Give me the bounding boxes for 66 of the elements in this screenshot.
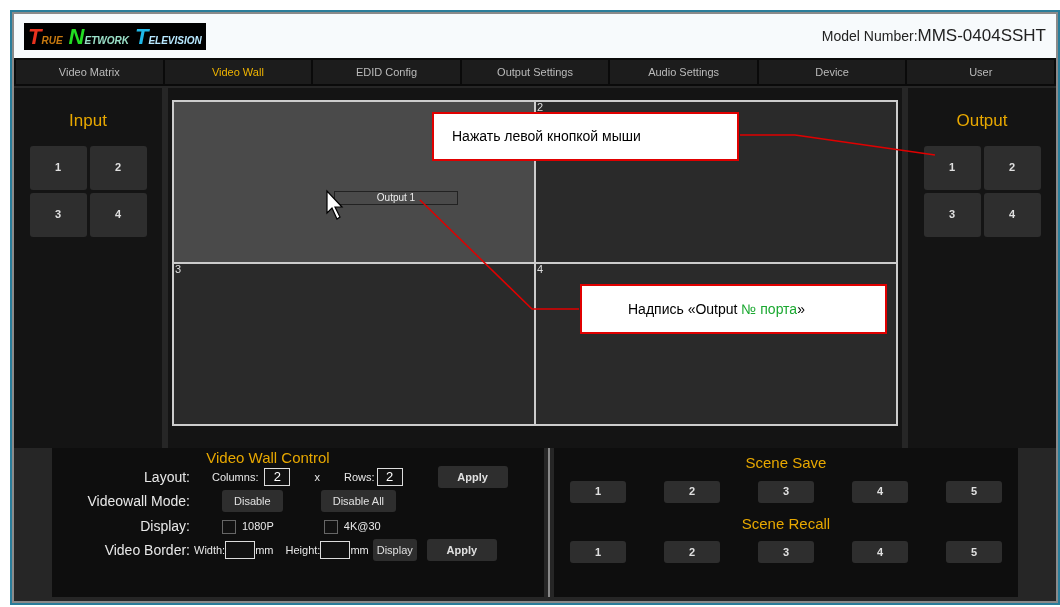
output-button[interactable]: 3 [923, 192, 981, 237]
section-title: Scene Save [745, 453, 827, 473]
checkbox-label: 1080P [242, 519, 274, 535]
unit-label: mm [350, 542, 369, 558]
checkbox-label: 4K@30 [343, 519, 381, 535]
input-button[interactable]: 4 [89, 192, 147, 237]
mode-button[interactable]: Disable All [320, 490, 397, 512]
nav-tab[interactable]: Video Matrix [16, 60, 163, 84]
mode-button[interactable]: Disable [222, 490, 283, 512]
unit-label: mm [255, 542, 274, 558]
cell-number: 2 [537, 102, 544, 113]
input-button[interactable]: 1 [29, 145, 87, 190]
display-button[interactable]: Display [372, 539, 417, 561]
field-label: Layout: [143, 467, 191, 487]
scene-save-button[interactable]: 5 [946, 480, 1002, 503]
section-title: Scene Recall [741, 513, 831, 534]
model-label: Model Number: [821, 27, 918, 47]
nav-tab[interactable]: User [907, 60, 1055, 84]
logo-word: TELEVISION [134, 22, 202, 51]
field-label: Width: [194, 542, 226, 558]
field-label: Height: [285, 542, 321, 558]
field-label: Columns: [212, 469, 259, 485]
input-button[interactable]: 2 [89, 145, 147, 190]
logo-word: NETWORK [68, 22, 129, 51]
cursor-icon [326, 189, 344, 220]
apply-button[interactable]: Apply [426, 539, 497, 561]
checkbox[interactable] [323, 519, 338, 534]
cell-number: 3 [175, 264, 182, 275]
panel-title: Output [956, 110, 1008, 132]
output-button[interactable]: 2 [983, 145, 1041, 190]
scene-recall-button[interactable]: 5 [946, 541, 1002, 563]
nav-tab[interactable]: Device [758, 60, 906, 84]
cell-number: 4 [537, 264, 544, 275]
nav-tab[interactable]: EDID Config [313, 60, 460, 84]
field-label: Display: [139, 517, 191, 536]
callout-text: Надпись «Output № порта» [628, 299, 805, 319]
wall-cell[interactable]: 3 [173, 263, 535, 425]
nav-tab[interactable]: Output Settings [461, 60, 609, 84]
rows-field[interactable]: 2 [376, 468, 403, 486]
height-field[interactable] [320, 541, 351, 559]
times-sign: x [314, 469, 320, 485]
scene-recall-button[interactable]: 2 [663, 541, 720, 563]
output-button[interactable]: 4 [983, 192, 1041, 237]
width-field[interactable] [225, 541, 256, 559]
section-title: Video Wall Control [206, 449, 330, 466]
scene-recall-button[interactable]: 1 [569, 541, 626, 563]
scene-save-button[interactable]: 4 [852, 480, 908, 503]
apply-button[interactable]: Apply [437, 466, 508, 488]
nav-tab[interactable]: Audio Settings [610, 60, 757, 84]
scene-save-button[interactable]: 1 [569, 480, 626, 503]
panel-title: Input [69, 110, 107, 132]
columns-field[interactable]: 2 [264, 468, 291, 486]
scene-save-button[interactable]: 2 [663, 480, 720, 503]
input-button[interactable]: 3 [29, 192, 87, 237]
model-number: MMS-0404SSHT [917, 25, 1046, 48]
field-label: Video Border: [103, 540, 191, 560]
logo-word: TRUE [28, 22, 63, 51]
output-tag: Output 1 [334, 191, 458, 205]
field-label: Videowall Mode: [86, 491, 191, 511]
scene-recall-button[interactable]: 3 [757, 541, 814, 563]
scene-recall-button[interactable]: 4 [852, 541, 908, 563]
nav-tab[interactable]: Video Wall [164, 60, 312, 84]
scene-save-button[interactable]: 3 [757, 480, 814, 503]
checkbox[interactable] [222, 519, 236, 534]
output-button[interactable]: 1 [923, 145, 981, 190]
field-label: Rows: [343, 469, 375, 485]
